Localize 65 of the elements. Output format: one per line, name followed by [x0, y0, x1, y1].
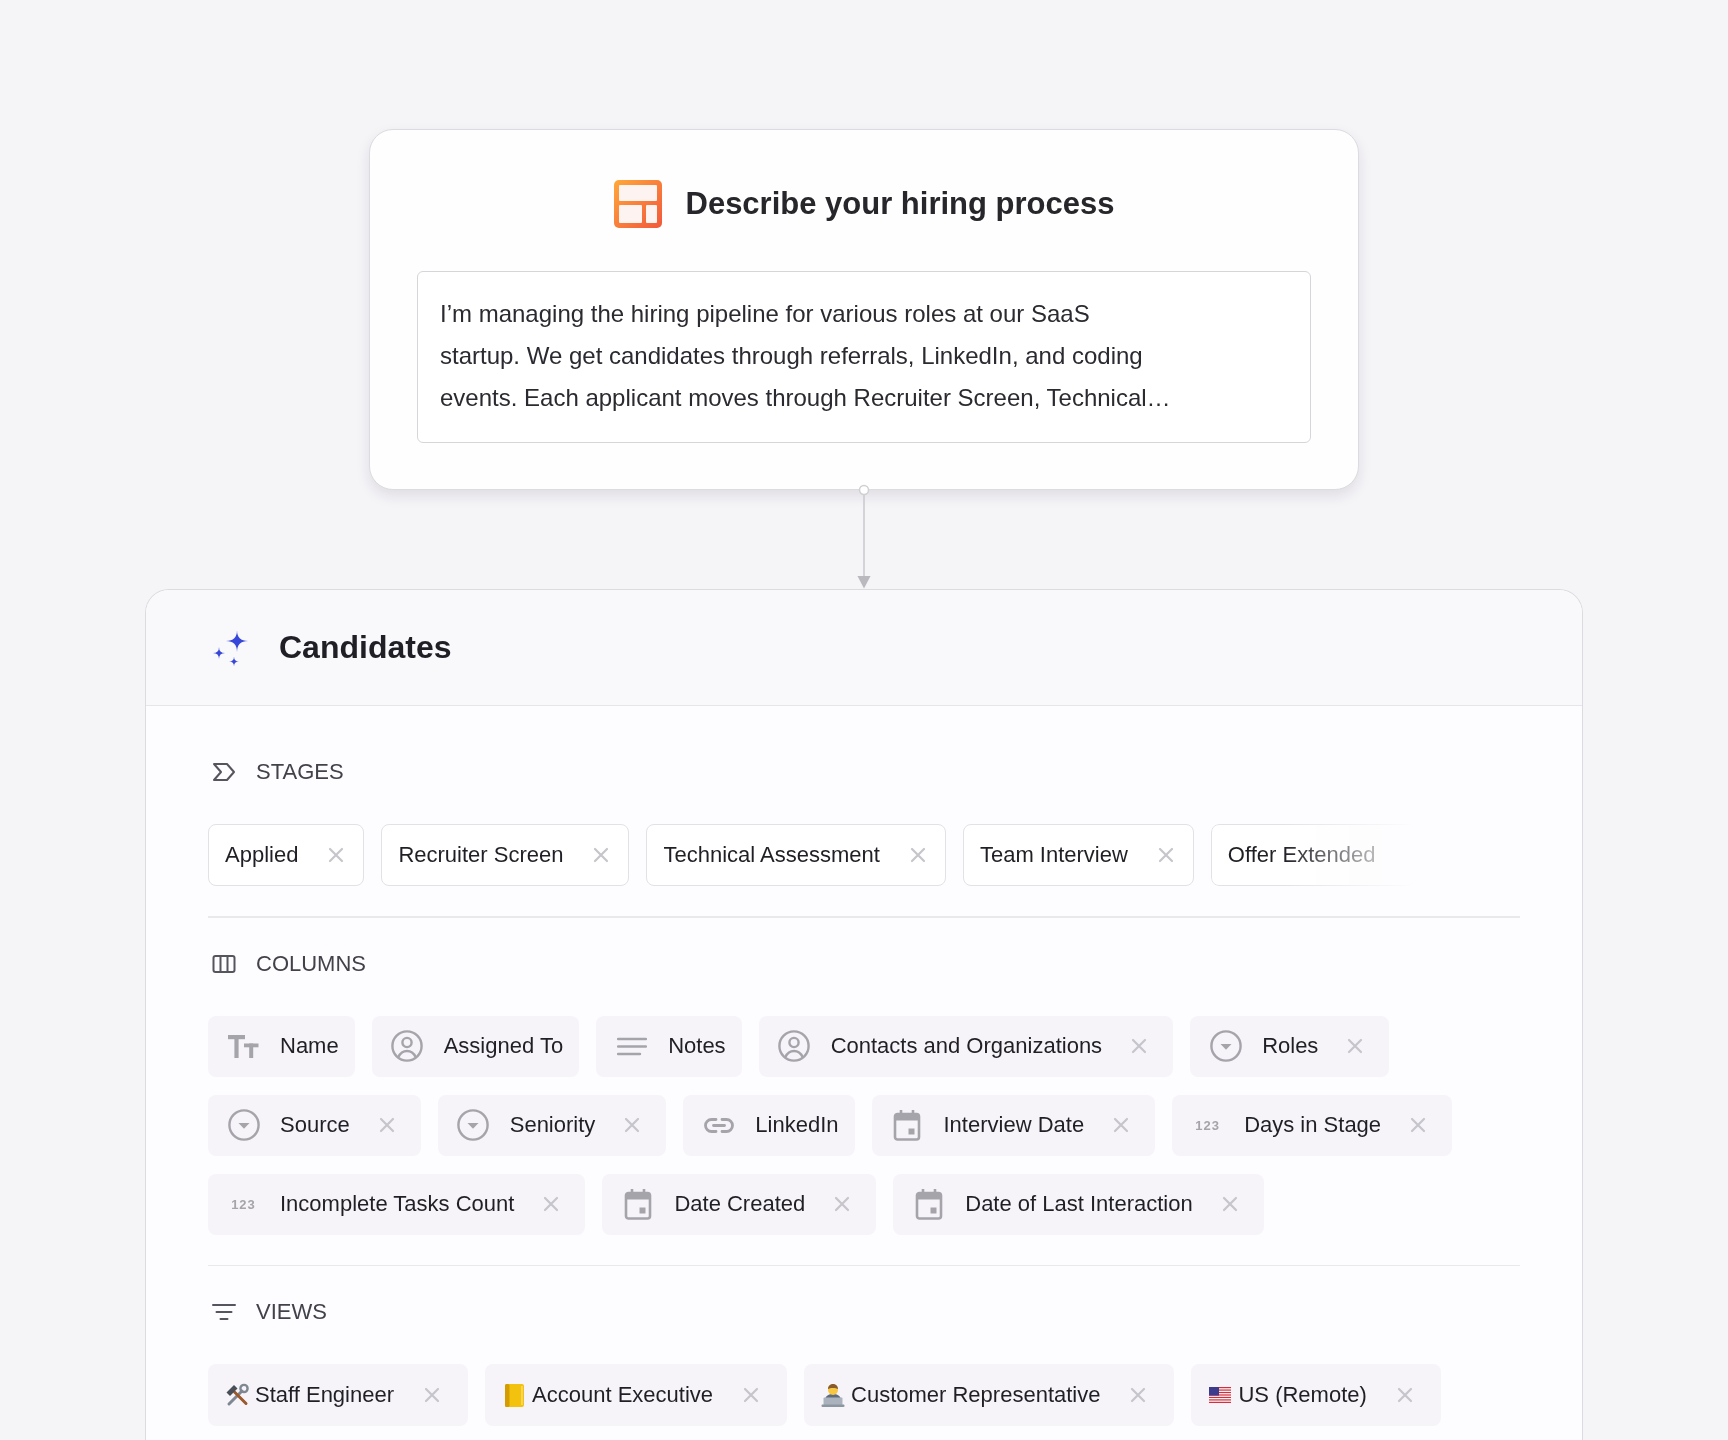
close-icon[interactable]	[378, 1117, 395, 1133]
close-icon[interactable]	[743, 1387, 759, 1403]
close-icon[interactable]	[1410, 1117, 1427, 1133]
prompt-title: Describe your hiring process	[685, 186, 1115, 222]
section-heading: COLUMNS	[256, 950, 366, 977]
column-chip[interactable]: Contacts and Organizations	[758, 1015, 1174, 1077]
dropdown-circle-icon	[457, 1109, 490, 1141]
person-laptop-icon	[821, 1383, 845, 1407]
column-chip[interactable]: Date Created	[602, 1173, 877, 1235]
close-icon[interactable]	[328, 847, 345, 863]
notebook-icon	[504, 1383, 524, 1407]
close-icon[interactable]	[1130, 1387, 1147, 1403]
close-icon[interactable]	[593, 847, 610, 863]
columns-icon	[212, 953, 236, 974]
close-icon[interactable]	[1113, 1117, 1130, 1133]
number-glyph: 123	[1195, 1117, 1220, 1133]
column-chip[interactable]: Date of Last Interaction	[893, 1173, 1264, 1235]
tag-icon	[212, 762, 236, 782]
column-chip[interactable]: LinkedIn	[683, 1094, 855, 1156]
close-icon[interactable]	[1157, 847, 1174, 863]
layout-icon	[613, 180, 662, 228]
view-chip[interactable]: Account Executive	[485, 1364, 787, 1426]
column-chip[interactable]: 123 Days in Stage	[1172, 1094, 1453, 1156]
column-chip[interactable]: Roles	[1190, 1015, 1390, 1077]
stage-chip[interactable]: Recruiter Screen	[381, 824, 630, 886]
section-heading: VIEWS	[256, 1299, 327, 1325]
text-format-icon	[227, 1034, 260, 1058]
calendar-icon	[914, 1188, 943, 1220]
calendar-icon	[623, 1188, 652, 1220]
lines-icon	[616, 1036, 647, 1056]
stage-chip[interactable]: Applied	[208, 824, 365, 886]
view-chip[interactable]: Staff Engineer	[208, 1364, 469, 1426]
column-chip[interactable]: Source	[208, 1094, 421, 1156]
card-title: Candidates	[279, 629, 452, 666]
dropdown-circle-icon	[1209, 1030, 1242, 1062]
close-icon[interactable]	[424, 1387, 441, 1403]
column-chip[interactable]: Name	[208, 1015, 355, 1077]
column-chip[interactable]: Assigned To	[371, 1015, 580, 1077]
view-chip[interactable]: US (Remote)	[1191, 1364, 1441, 1426]
close-icon[interactable]	[1347, 1038, 1364, 1054]
column-chip[interactable]: 123 Incomplete Tasks Count	[208, 1173, 586, 1235]
calendar-icon	[893, 1109, 921, 1141]
section-heading: STAGES	[256, 759, 344, 785]
column-chip[interactable]: Interview Date	[871, 1094, 1156, 1156]
person-circle-icon	[778, 1030, 811, 1062]
column-chip[interactable]: Seniority	[437, 1094, 667, 1156]
column-chip[interactable]: Notes	[596, 1015, 742, 1077]
close-icon[interactable]	[1131, 1038, 1148, 1054]
filter-icon	[212, 1303, 236, 1321]
close-icon[interactable]	[1221, 1196, 1238, 1212]
stage-chip[interactable]: Team Interview	[962, 824, 1194, 886]
close-icon[interactable]	[909, 847, 926, 863]
close-icon[interactable]	[1396, 1387, 1413, 1403]
flag-icon	[1209, 1387, 1232, 1403]
number-glyph: 123	[231, 1196, 256, 1212]
stage-chip[interactable]: Technical Assessment	[646, 824, 946, 886]
close-icon[interactable]	[543, 1196, 560, 1212]
description-field[interactable]: I’m managing the hiring pipeline for various roles at our SaaS startup. We get candidates through referrals, LinkedIn, and coding events. Each applicant moves through Recruiter Screen, Technical…	[417, 271, 1311, 443]
close-icon[interactable]	[834, 1196, 851, 1212]
person-circle-icon	[391, 1030, 424, 1062]
view-chip[interactable]: Customer Representative	[804, 1364, 1175, 1426]
link-icon	[702, 1116, 735, 1134]
hammer-wrench-icon	[225, 1383, 249, 1407]
close-icon[interactable]	[624, 1117, 641, 1133]
dropdown-circle-icon	[227, 1109, 260, 1141]
